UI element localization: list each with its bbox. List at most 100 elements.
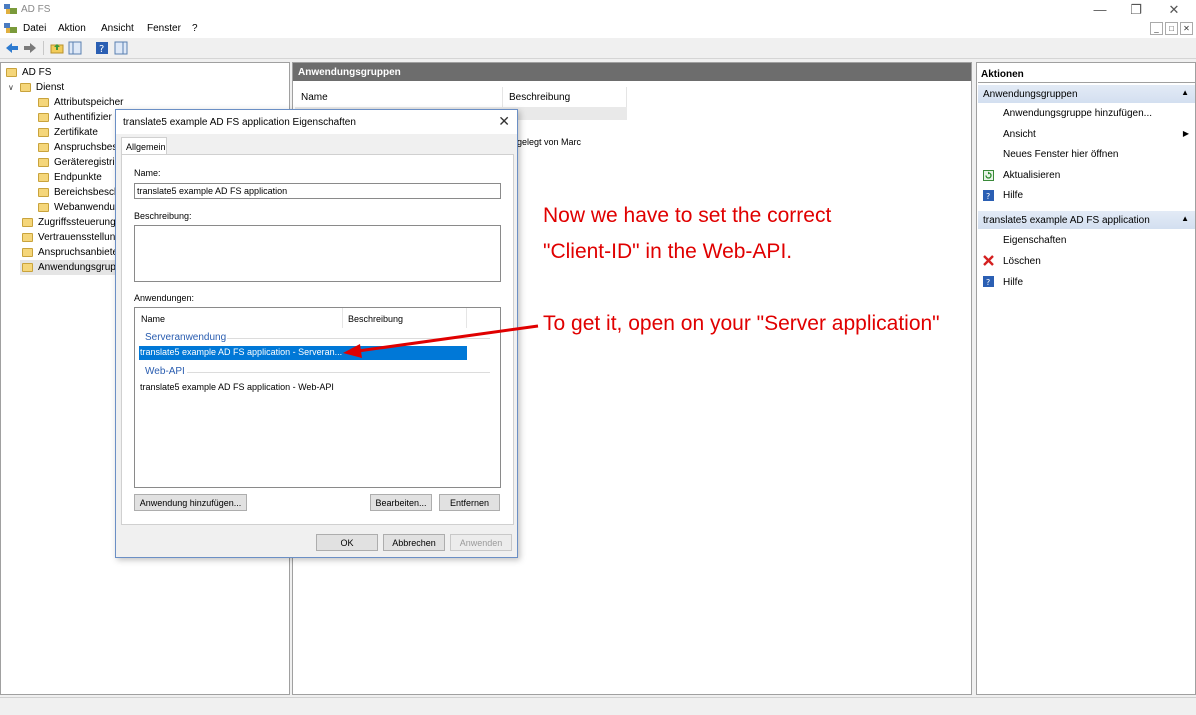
tree-item-zugriffssteuerung[interactable]: Zugriffssteuerung	[22, 215, 116, 230]
action-eigenschaften[interactable]: Eigenschaften	[1003, 235, 1066, 246]
applications-label: Anwendungen:	[134, 293, 195, 303]
actions-section-selected-item[interactable]: translate5 example AD FS application ▲	[978, 211, 1195, 229]
chevron-down-icon[interactable]: ∨	[8, 83, 14, 92]
collapse-caret-icon[interactable]: ▲	[1181, 214, 1189, 223]
name-field[interactable]: translate5 example AD FS application	[134, 183, 501, 199]
edit-button[interactable]: Bearbeiten...	[370, 494, 432, 511]
folder-icon	[38, 143, 49, 152]
show-action-pane-icon[interactable]	[114, 41, 128, 55]
menu-datei[interactable]: Datei	[23, 23, 46, 34]
actions-section-anwendungsgruppen[interactable]: Anwendungsgruppen ▲	[978, 85, 1195, 103]
mdi-close-button[interactable]: ✕	[1180, 22, 1193, 35]
list-item-web-api[interactable]: translate5 example AD FS application - W…	[140, 382, 334, 392]
mdi-restore-button[interactable]: □	[1165, 22, 1178, 35]
annotation-line-3: To get it, open on your "Server applicat…	[543, 312, 940, 335]
help-icon: ?	[983, 276, 994, 287]
annotation-line-2: "Client-ID" in the Web-API.	[543, 240, 793, 263]
folder-icon	[38, 98, 49, 107]
tree-item-webanwendung[interactable]: Webanwendu	[38, 200, 115, 215]
name-label: Name:	[134, 168, 161, 178]
tree-item-bereichsbeschreibungen[interactable]: Bereichsbesch	[38, 185, 120, 200]
list-item-server-application[interactable]: translate5 example AD FS application - S…	[139, 346, 467, 360]
folder-icon	[22, 218, 33, 227]
back-arrow-icon[interactable]	[5, 41, 19, 55]
refresh-icon	[983, 170, 994, 181]
folder-icon	[38, 188, 49, 197]
column-header-name[interactable]: Name	[295, 87, 503, 107]
description-field[interactable]	[134, 225, 501, 282]
adfs-app-icon	[4, 4, 17, 14]
svg-text:?: ?	[986, 192, 990, 201]
remove-button[interactable]: Entfernen	[439, 494, 500, 511]
help-icon: ?	[983, 190, 994, 201]
group-header-web-api: Web-API	[145, 366, 185, 377]
apps-column-name[interactable]: Name	[135, 308, 343, 328]
tree-item-anspruchsanbieter[interactable]: Anspruchsanbiete	[22, 245, 118, 260]
folder-icon	[22, 248, 33, 257]
folder-icon	[38, 203, 49, 212]
action-loeschen[interactable]: Löschen	[1003, 256, 1041, 267]
folder-icon	[19, 83, 31, 92]
center-header: Anwendungsgruppen	[293, 63, 971, 81]
action-new-window[interactable]: Neues Fenster hier öffnen	[1003, 149, 1118, 160]
help-icon[interactable]: ?	[95, 41, 109, 55]
column-header-beschreibung[interactable]: Beschreibung	[503, 87, 627, 107]
tree-item-zertifikate[interactable]: Zertifikate	[38, 125, 98, 140]
group-divider	[227, 338, 490, 339]
show-tree-icon[interactable]	[68, 41, 82, 55]
action-add-application-group[interactable]: Anwendungsgruppe hinzufügen...	[1003, 108, 1152, 119]
description-label: Beschreibung:	[134, 211, 192, 221]
action-ansicht[interactable]: Ansicht	[1003, 129, 1036, 140]
restore-button[interactable]: ❐	[1118, 0, 1154, 19]
group-divider	[187, 372, 490, 373]
apps-column-description[interactable]: Beschreibung	[343, 308, 467, 328]
tab-allgemein[interactable]: Allgemein	[121, 137, 167, 155]
tree-item-geraeteregistrierung[interactable]: Geräteregistrie	[38, 155, 120, 170]
menu-bar: Datei Aktion Ansicht Fenster ? _ □ ✕	[0, 19, 1196, 38]
menu-fenster[interactable]: Fenster	[147, 23, 181, 34]
tree-item-dienst[interactable]: ∨ Dienst	[8, 80, 64, 95]
mdi-minimize-button[interactable]: _	[1150, 22, 1163, 35]
status-bar	[0, 697, 1196, 715]
group-header-serveranwendung: Serveranwendung	[145, 332, 227, 343]
tree-item-endpunkte[interactable]: Endpunkte	[38, 170, 102, 185]
tree-item-vertrauensstellung[interactable]: Vertrauensstellung	[22, 230, 121, 245]
up-folder-icon[interactable]	[50, 41, 64, 55]
cancel-button[interactable]: Abbrechen	[383, 534, 445, 551]
folder-icon	[38, 158, 49, 167]
menu-ansicht[interactable]: Ansicht	[101, 23, 134, 34]
menu-aktion[interactable]: Aktion	[58, 23, 86, 34]
dialog-close-icon[interactable]: ✕	[498, 113, 510, 130]
properties-dialog: translate5 example AD FS application Eig…	[115, 109, 518, 558]
action-hilfe[interactable]: Hilfe	[1003, 190, 1023, 201]
applications-list[interactable]: Name Beschreibung Serveranwendung transl…	[134, 307, 501, 488]
folder-icon	[38, 128, 49, 137]
ok-button[interactable]: OK	[316, 534, 378, 551]
folder-icon	[38, 173, 49, 182]
title-bar: AD FS — ❐ ✕	[0, 0, 1196, 19]
action-aktualisieren[interactable]: Aktualisieren	[1003, 170, 1060, 181]
action-hilfe-2[interactable]: Hilfe	[1003, 277, 1023, 288]
minimize-button[interactable]: —	[1082, 0, 1118, 19]
actions-header: Aktionen	[981, 69, 1024, 80]
window-title: AD FS	[21, 4, 51, 15]
menu-help[interactable]: ?	[192, 23, 198, 34]
tree-item-attributspeicher[interactable]: Attributspeicher	[38, 95, 123, 110]
adfs-menu-icon[interactable]	[4, 22, 17, 34]
apply-button: Anwenden	[450, 534, 512, 551]
dialog-title: translate5 example AD FS application Eig…	[116, 110, 517, 134]
collapse-caret-icon[interactable]: ▲	[1181, 88, 1189, 97]
delete-x-icon	[983, 255, 994, 266]
toolbar: ?	[0, 38, 1196, 59]
divider	[978, 82, 1195, 83]
close-window-button[interactable]: ✕	[1156, 0, 1192, 19]
svg-text:?: ?	[99, 44, 104, 55]
tree-item-anspruchsbeschreibungen[interactable]: Anspruchsbesc	[38, 140, 122, 155]
tree-item-authentifizierung[interactable]: Authentifizier	[38, 110, 112, 125]
forward-arrow-icon[interactable]	[23, 41, 37, 55]
toolbar-separator	[43, 41, 44, 55]
folder-icon	[22, 233, 33, 242]
folder-icon	[6, 68, 17, 77]
tree-item-adfs[interactable]: AD FS	[6, 65, 51, 80]
add-application-button[interactable]: Anwendung hinzufügen...	[134, 494, 247, 511]
